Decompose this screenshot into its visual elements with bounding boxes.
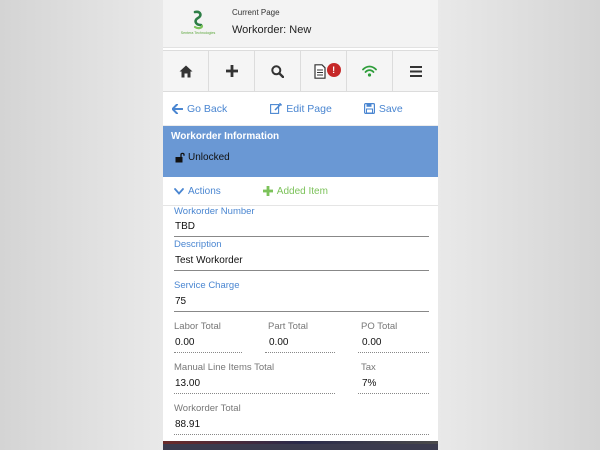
logo-mark-icon [193,10,204,30]
labor-total-underline [174,352,242,353]
add-button[interactable] [209,51,255,91]
section-banner: Workorder Information Unlocked [163,126,438,177]
labor-total-value: 0.00 [175,337,195,348]
documents-button[interactable]: ! [301,51,347,91]
current-page-label: Current Page [232,8,280,17]
actions-dropdown[interactable]: Actions [174,186,221,197]
edit-page-button[interactable]: Edit Page [270,103,332,115]
page-actions-row: Go Back Edit Page Save [163,92,438,126]
mobile-app-frame: Sentera Technologies Current Page Workor… [163,0,438,450]
manual-line-items-total-label: Manual Line Items Total [174,362,275,373]
workorder-number-label: Workorder Number [174,206,255,217]
workorder-number-field[interactable]: TBD [175,221,195,232]
connection-button[interactable] [347,51,393,91]
plus-icon [262,186,273,196]
description-label: Description [174,239,222,250]
po-total-value: 0.00 [362,337,382,348]
save-label: Save [378,102,403,115]
part-total-value: 0.00 [269,337,289,348]
actions-label: Actions [188,185,221,197]
bottom-bar [163,444,438,450]
plus-icon [225,65,238,77]
workorder-number-underline [174,236,429,237]
edit-icon [270,103,283,114]
labor-total-label: Labor Total [174,321,221,332]
search-icon [271,64,284,78]
added-item-label: Added Item [276,185,328,197]
page-title: Workorder: New [232,24,312,36]
wifi-icon [362,65,377,77]
description-field[interactable]: Test Workorder [175,255,243,266]
lock-status-label: Unlocked [188,152,230,163]
edit-page-label: Edit Page [286,102,332,115]
home-button[interactable] [163,51,209,91]
company-logo: Sentera Technologies [172,10,224,40]
tax-value: 7% [362,378,377,389]
go-back-button[interactable]: Go Back [172,103,227,115]
search-button[interactable] [255,51,301,91]
arrow-left-icon [172,103,183,114]
alert-badge: ! [326,63,341,77]
manual-line-items-total-value: 13.00 [175,378,201,389]
workorder-total-label: Workorder Total [174,403,241,414]
added-item-button[interactable]: Added Item [262,185,328,197]
go-back-label: Go Back [187,102,228,115]
workorder-total-underline [174,434,429,435]
workorder-total-value: 88.91 [175,419,201,430]
tax-label: Tax [361,362,376,373]
unlock-icon [175,152,185,163]
section-title: Workorder Information [171,131,280,142]
po-total-underline [358,352,429,353]
po-total-label: PO Total [361,321,398,332]
save-icon [363,103,375,114]
part-total-label: Part Total [268,321,308,332]
service-charge-underline [174,311,429,312]
lock-status[interactable]: Unlocked [175,152,230,163]
save-button[interactable]: Save [363,102,403,115]
tax-underline [358,393,429,394]
home-icon [179,65,192,77]
service-charge-label: Service Charge [174,280,240,291]
manual-line-items-underline [174,393,335,394]
service-charge-field[interactable]: 75 [175,296,186,307]
logo-text: Sentera Technologies [180,31,216,35]
app-header: Sentera Technologies Current Page Workor… [163,0,438,48]
description-underline [174,270,429,271]
main-toolbar: ! [163,50,438,92]
document-icon [313,63,326,79]
section-actions-row: Actions Added Item [163,177,438,206]
chevron-down-icon [174,187,184,195]
part-total-underline [265,352,335,353]
menu-button[interactable] [393,51,438,91]
menu-icon [409,65,422,77]
